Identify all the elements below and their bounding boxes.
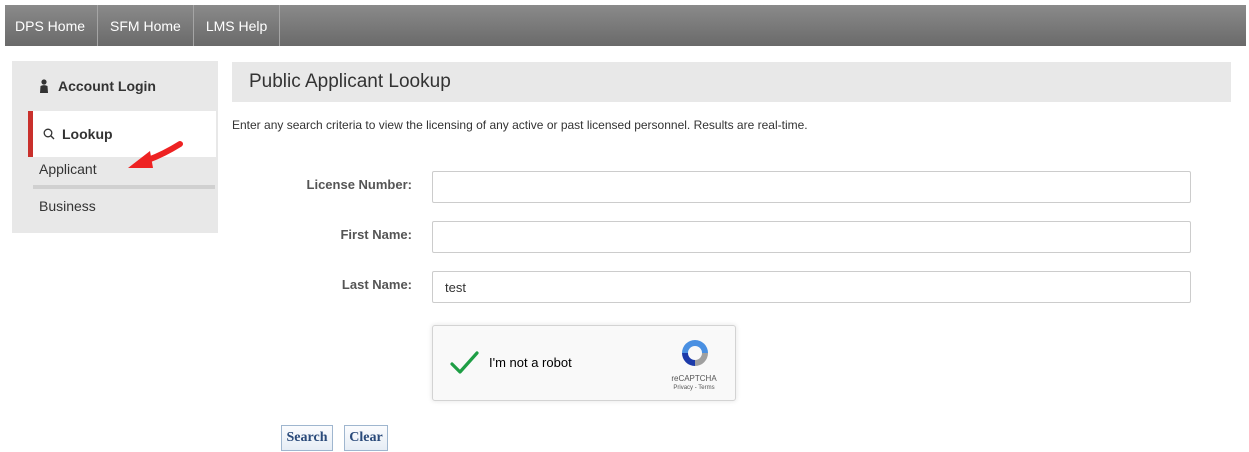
recaptcha-terms-link[interactable]: Privacy - Terms xyxy=(659,385,729,391)
first-name-input[interactable] xyxy=(432,221,1191,253)
top-nav: DPS Home SFM Home LMS Help xyxy=(5,5,1246,46)
last-name-label: Last Name: xyxy=(341,277,412,292)
sidebar-subitem-applicant[interactable]: Applicant xyxy=(39,161,97,177)
nav-dps-home[interactable]: DPS Home xyxy=(5,5,99,46)
recaptcha-logo-icon xyxy=(682,340,708,366)
page-title: Public Applicant Lookup xyxy=(232,62,1231,102)
last-name-input[interactable] xyxy=(432,271,1191,303)
nav-sfm-home[interactable]: SFM Home xyxy=(98,5,194,46)
sidebar: Account Login Lookup Applicant Business xyxy=(12,61,218,233)
sidebar-item-account-login[interactable]: Account Login xyxy=(12,61,218,111)
sidebar-item-label: Lookup xyxy=(62,126,113,142)
recaptcha-label: I'm not a robot xyxy=(489,355,572,370)
nav-filler xyxy=(280,5,1246,46)
nav-lms-help[interactable]: LMS Help xyxy=(194,5,281,46)
search-button[interactable]: Search xyxy=(281,425,333,451)
license-number-input[interactable] xyxy=(432,171,1191,203)
first-name-label: First Name: xyxy=(340,227,412,242)
page-title-text: Public Applicant Lookup xyxy=(249,71,451,92)
sidebar-item-lookup[interactable]: Lookup xyxy=(28,111,216,157)
person-icon xyxy=(40,79,48,93)
search-icon xyxy=(43,128,55,140)
checkmark-icon[interactable] xyxy=(449,348,479,378)
red-arrow-annotation xyxy=(128,141,183,168)
clear-button[interactable]: Clear xyxy=(344,425,388,451)
sidebar-subitem-business[interactable]: Business xyxy=(39,198,96,214)
active-indicator xyxy=(33,185,215,189)
page-description: Enter any search criteria to view the li… xyxy=(232,118,808,132)
license-number-label: License Number: xyxy=(306,177,412,192)
sidebar-item-label: Account Login xyxy=(58,78,156,94)
recaptcha-brand: reCAPTCHA xyxy=(671,374,717,383)
recaptcha-widget: I'm not a robot reCAPTCHA Privacy - Term… xyxy=(432,325,736,401)
